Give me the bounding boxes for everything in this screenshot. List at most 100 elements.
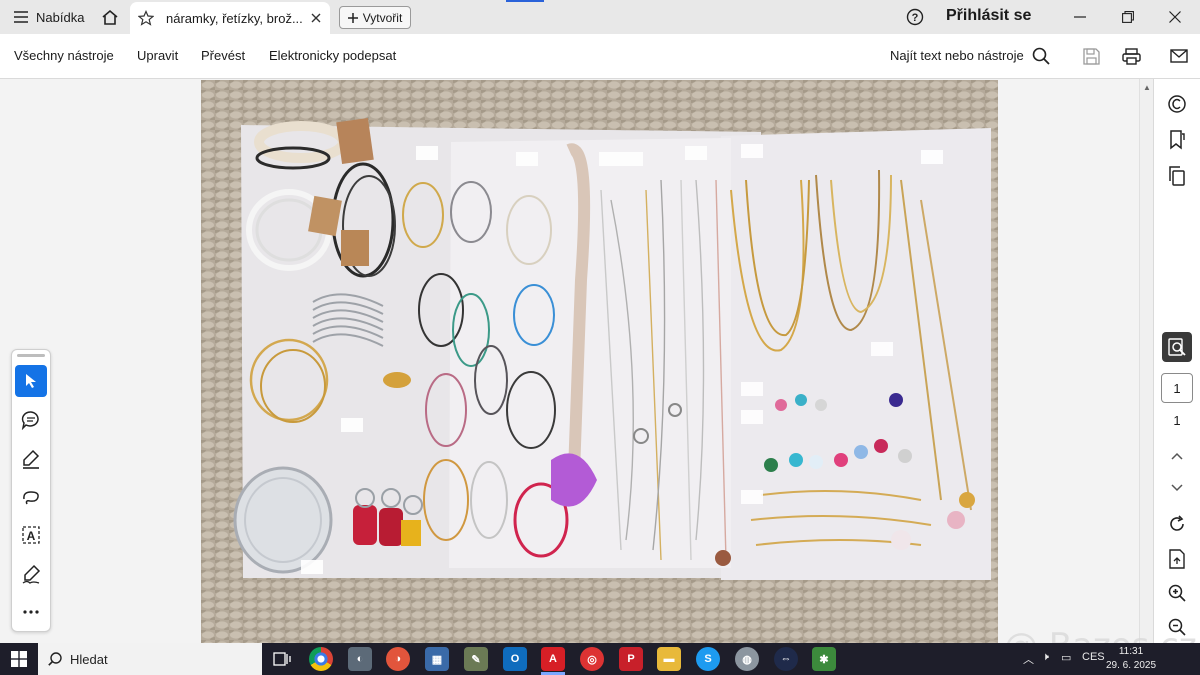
convert-button[interactable]: Převést: [201, 48, 245, 63]
mail-icon[interactable]: [1168, 45, 1190, 67]
zoom-in-button[interactable]: [1162, 578, 1192, 608]
minimize-button[interactable]: [1063, 4, 1097, 30]
photo-editor-icon[interactable]: ✎: [464, 647, 488, 671]
close-window-icon: [1169, 11, 1181, 23]
menu-label: Nabídka: [36, 9, 85, 25]
find-in-document-button[interactable]: [1162, 332, 1192, 362]
select-tool[interactable]: [15, 365, 47, 397]
title-bar: Nabídka náramky, řetízky, brož... Vytvoř…: [0, 0, 1200, 34]
calculator-icon[interactable]: ▦: [425, 647, 449, 671]
bookmarks-button[interactable]: [1162, 125, 1192, 155]
create-label: Vytvořit: [362, 10, 403, 25]
document-tab[interactable]: náramky, řetízky, brož...: [130, 2, 330, 34]
edit-button[interactable]: Upravit: [137, 48, 178, 63]
file-explorer-icon[interactable]: ▬: [657, 647, 681, 671]
tray-overflow-icon[interactable]: ︿: [1023, 651, 1034, 667]
taskbar-search[interactable]: Hledat: [38, 643, 262, 675]
next-page-button[interactable]: [1162, 473, 1192, 503]
ai-assistant-button[interactable]: [1162, 89, 1192, 119]
clock-date: 29. 6. 2025: [1105, 660, 1157, 671]
chevron-up-icon: [1171, 452, 1183, 460]
search-icon[interactable]: [1030, 45, 1052, 67]
select-icon: [26, 374, 36, 388]
jewelry-photo: [201, 80, 998, 643]
fill-sign-tool[interactable]: [15, 558, 47, 590]
windows-logo-icon: [11, 651, 27, 667]
home-icon: [102, 9, 118, 25]
skype-icon[interactable]: S: [696, 647, 720, 671]
start-button[interactable]: [0, 643, 38, 675]
svg-text:A: A: [27, 529, 36, 543]
e-sign-button[interactable]: Elektronicky podepsat: [269, 48, 396, 63]
text-select-tool[interactable]: A: [15, 519, 47, 551]
close-window-button[interactable]: [1158, 4, 1192, 30]
main-toolbar: Všechny nástroje Upravit Převést Elektro…: [0, 34, 1200, 79]
menu-icon: [14, 11, 28, 23]
copy-pages-icon: [1169, 166, 1185, 186]
previous-page-button[interactable]: [1162, 441, 1192, 471]
pdf-app-icon[interactable]: P: [619, 647, 643, 671]
paint-app-icon[interactable]: ◐: [348, 647, 372, 671]
help-button[interactable]: ?: [904, 6, 926, 28]
scroll-up-arrow[interactable]: ▲: [1143, 83, 1151, 92]
menu-button[interactable]: Nabídka: [6, 4, 92, 30]
bookmark-icon: [1170, 130, 1185, 150]
fill-sign-icon: [22, 564, 41, 584]
vertical-scrollbar[interactable]: ▲: [1139, 79, 1154, 643]
outlook-icon[interactable]: O: [503, 647, 527, 671]
green-app-icon[interactable]: ✱: [812, 647, 836, 671]
comment-icon: [21, 411, 39, 430]
draw-tool[interactable]: [15, 481, 47, 513]
taskbar-clock[interactable]: 11:31 29. 6. 2025: [1104, 645, 1158, 673]
drag-handle[interactable]: [17, 354, 45, 357]
language-indicator[interactable]: CES: [1082, 651, 1105, 663]
restore-icon: [1122, 11, 1134, 23]
close-icon[interactable]: [308, 13, 324, 23]
print-icon[interactable]: [1120, 45, 1142, 67]
page-fit-button[interactable]: [1162, 544, 1192, 574]
rotate-button[interactable]: [1162, 509, 1192, 539]
tab-indicator: [506, 0, 544, 2]
disk-app-icon[interactable]: ◍: [735, 647, 759, 671]
text-select-icon: A: [22, 526, 40, 544]
page-fit-icon: [1169, 549, 1185, 569]
more-icon: [23, 610, 39, 614]
restore-button[interactable]: [1111, 4, 1145, 30]
quick-tools-panel: A: [11, 349, 51, 632]
home-button[interactable]: [96, 4, 124, 30]
task-view-icon[interactable]: [270, 647, 294, 671]
network-icon[interactable]: ▭: [1061, 651, 1071, 664]
tab-title: náramky, řetízky, brož...: [166, 10, 302, 26]
organize-pages-button[interactable]: [1162, 161, 1192, 191]
comment-tool[interactable]: [15, 404, 47, 436]
taskbar-search-label: Hledat: [70, 651, 108, 667]
find-tools-button[interactable]: Najít text nebo nástroje: [890, 48, 1024, 63]
minimize-icon: [1074, 16, 1086, 18]
help-icon: ?: [906, 8, 924, 26]
rotate-icon: [1170, 515, 1184, 531]
ai-assistant-icon: [1168, 95, 1186, 113]
chevron-down-icon: [1171, 484, 1183, 492]
draw-icon: [23, 491, 39, 505]
speaker-muted-icon[interactable]: 🕨: [1042, 651, 1049, 664]
browser-app-icon[interactable]: ◑: [386, 647, 410, 671]
sign-in-button[interactable]: Přihlásit se: [946, 7, 1031, 25]
acrobat-icon[interactable]: A: [541, 647, 565, 671]
right-rail: 1 1: [1153, 79, 1200, 643]
lifebuoy-app-icon[interactable]: ◎: [580, 647, 604, 671]
all-tools-button[interactable]: Všechny nástroje: [14, 48, 114, 63]
current-page-input[interactable]: 1: [1161, 373, 1193, 403]
create-button[interactable]: Vytvořit: [339, 6, 411, 29]
save-icon[interactable]: [1080, 45, 1102, 67]
clock-time: 11:31: [1118, 646, 1144, 657]
find-in-doc-icon: [1168, 338, 1186, 356]
total-pages: 1: [1173, 413, 1181, 428]
search-icon: [48, 652, 62, 666]
chrome-icon[interactable]: [309, 647, 333, 671]
highlight-icon: [23, 449, 40, 469]
star-icon[interactable]: [138, 10, 158, 26]
more-tools-button[interactable]: [15, 596, 47, 628]
zoom-in-icon: [1168, 584, 1186, 602]
teamviewer-icon[interactable]: ⇔: [774, 647, 798, 671]
highlight-tool[interactable]: [15, 443, 47, 475]
